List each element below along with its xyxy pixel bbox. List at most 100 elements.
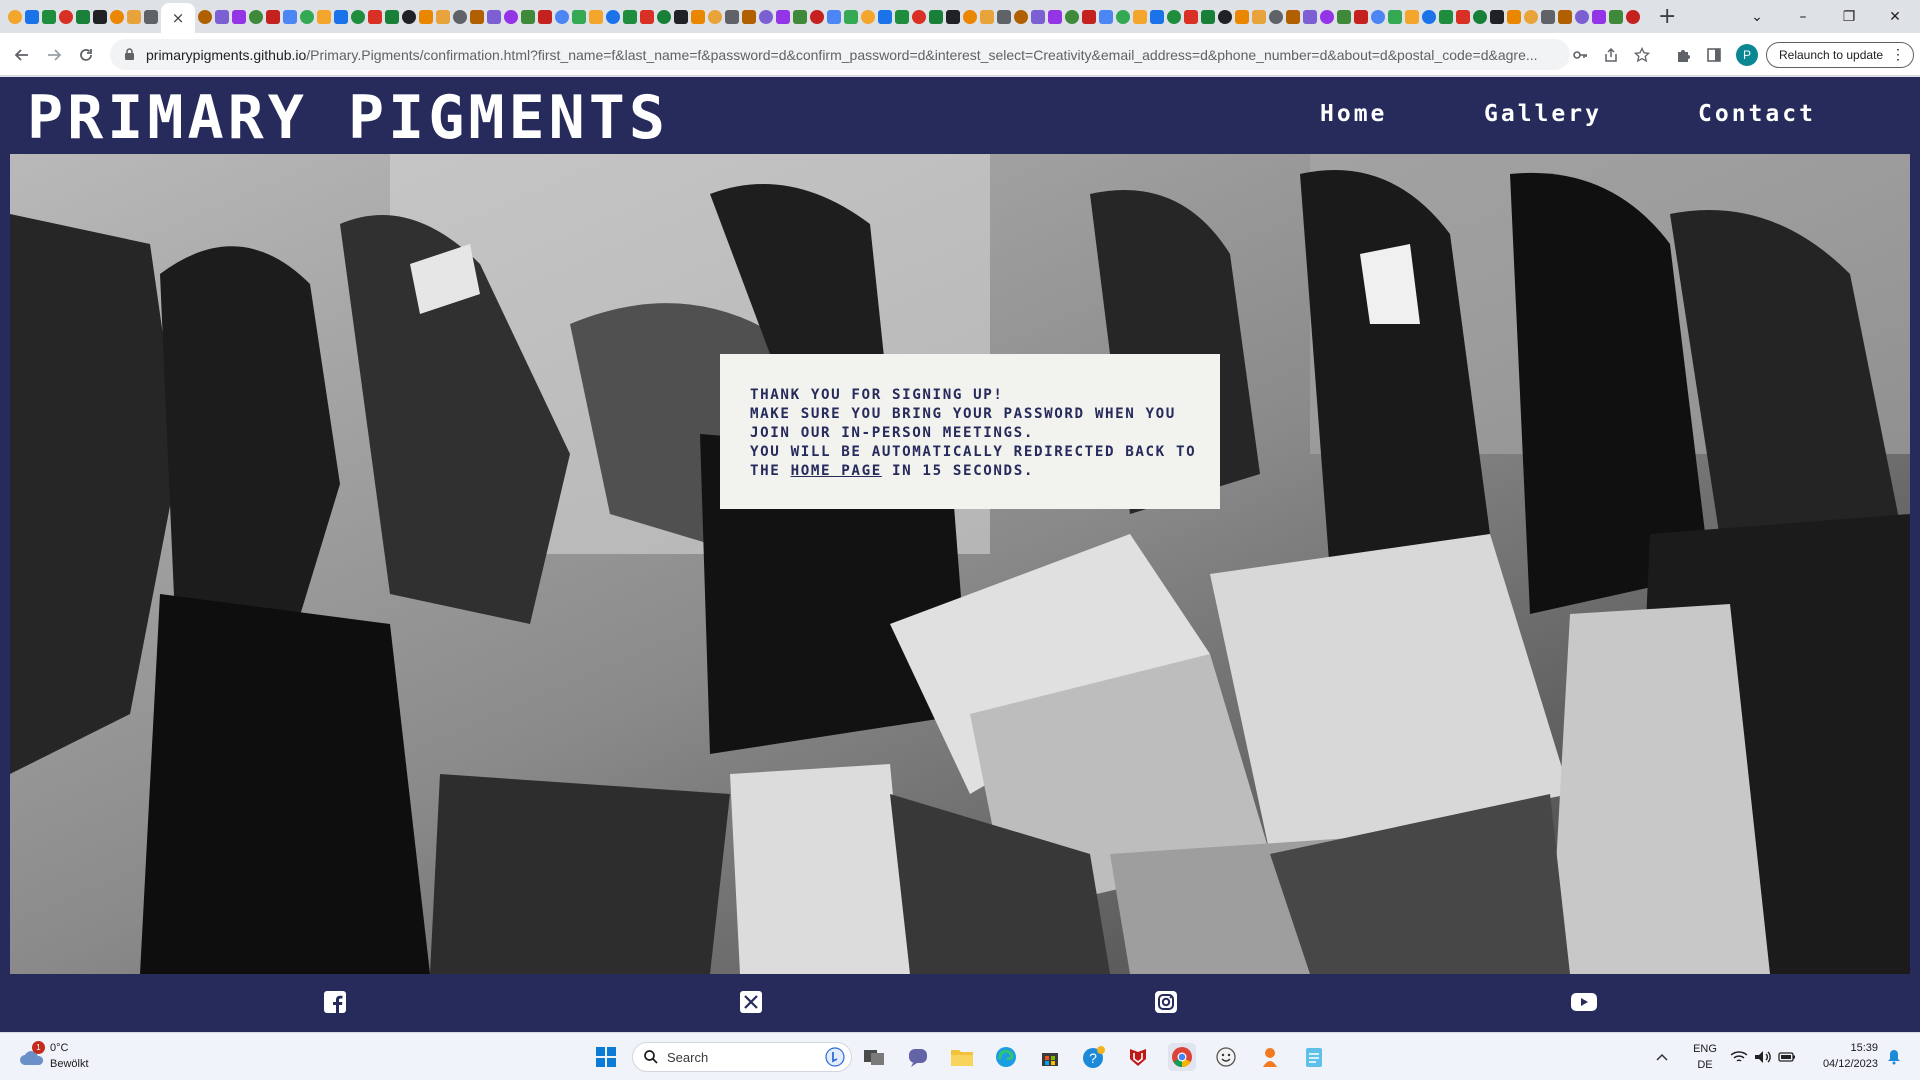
tab-favicon-icon[interactable] <box>1082 9 1096 24</box>
tab-search-icon[interactable]: ⌄ <box>1734 0 1780 33</box>
tab-favicon-icon[interactable] <box>1235 9 1249 24</box>
tab-favicon-icon[interactable] <box>1388 9 1402 24</box>
tab-favicon-icon[interactable] <box>1337 9 1351 24</box>
tab-favicon-icon[interactable] <box>42 9 56 24</box>
tab-favicon-icon[interactable] <box>93 9 107 24</box>
tab-favicon-icon[interactable] <box>1507 9 1521 24</box>
tab-favicon-icon[interactable] <box>929 9 943 24</box>
tab-favicon-icon[interactable] <box>1626 9 1640 24</box>
tab-favicon-icon[interactable] <box>385 9 399 24</box>
tab-favicon-icon[interactable] <box>1422 9 1436 24</box>
tab-favicon-icon[interactable] <box>1048 9 1062 24</box>
maximize-button[interactable]: ❐ <box>1826 0 1872 33</box>
windows-start-icon[interactable] <box>592 1043 620 1071</box>
active-tab[interactable]: × <box>161 3 195 33</box>
close-window-button[interactable]: ✕ <box>1872 0 1918 33</box>
mcafee-icon[interactable] <box>1124 1043 1152 1071</box>
tab-favicon-icon[interactable] <box>1167 9 1181 24</box>
tab-favicon-icon[interactable] <box>674 9 688 24</box>
tab-favicon-icon[interactable] <box>266 9 280 24</box>
language-top[interactable]: ENG <box>1690 1043 1720 1055</box>
instagram-icon[interactable] <box>1154 990 1178 1014</box>
tab-favicon-icon[interactable] <box>963 9 977 24</box>
tab-favicon-icon[interactable] <box>504 9 518 24</box>
tab-favicon-icon[interactable] <box>110 9 124 24</box>
address-bar[interactable]: primarypigments.github.io/Primary.Pigmen… <box>110 39 1570 70</box>
tab-favicon-icon[interactable] <box>980 9 994 24</box>
tab-favicon-icon[interactable] <box>657 9 671 24</box>
tab-favicon-icon[interactable] <box>402 9 416 24</box>
tab-favicon-icon[interactable] <box>1405 9 1419 24</box>
tab-favicon-icon[interactable] <box>453 9 467 24</box>
tab-favicon-icon[interactable] <box>334 9 348 24</box>
task-view-icon[interactable] <box>860 1043 888 1071</box>
tab-favicon-icon[interactable] <box>1592 9 1606 24</box>
tab-favicon-icon[interactable] <box>1439 9 1453 24</box>
side-panel-icon[interactable] <box>1704 45 1724 65</box>
notification-bell-icon[interactable] <box>1884 1043 1904 1071</box>
tab-favicon-icon[interactable] <box>844 9 858 24</box>
tab-favicon-icon[interactable] <box>25 9 39 24</box>
tab-favicon-icon[interactable] <box>878 9 892 24</box>
tab-favicon-icon[interactable] <box>283 9 297 24</box>
tab-favicon-icon[interactable] <box>640 9 654 24</box>
tab-favicon-icon[interactable] <box>249 9 263 24</box>
tab-favicon-icon[interactable] <box>759 9 773 24</box>
chrome-icon[interactable] <box>1168 1043 1196 1071</box>
tab-favicon-icon[interactable] <box>1201 9 1215 24</box>
tab-favicon-icon[interactable] <box>1320 9 1334 24</box>
new-tab-button[interactable]: + <box>1658 5 1676 28</box>
taskbar-search[interactable]: Search <box>632 1042 852 1072</box>
tab-favicon-icon[interactable] <box>198 9 212 24</box>
share-icon[interactable] <box>1601 45 1621 65</box>
tab-favicon-icon[interactable] <box>521 9 535 24</box>
tab-favicon-icon[interactable] <box>895 9 909 24</box>
back-button[interactable] <box>10 43 34 67</box>
forward-button[interactable] <box>42 43 66 67</box>
tab-favicon-icon[interactable] <box>827 9 841 24</box>
home-page-link[interactable]: HOME PAGE <box>791 463 882 479</box>
tab-favicon-icon[interactable] <box>1609 9 1623 24</box>
tab-favicon-icon[interactable] <box>1541 9 1555 24</box>
tab-favicon-icon[interactable] <box>1371 9 1385 24</box>
password-key-icon[interactable] <box>1570 45 1590 65</box>
tab-favicon-icon[interactable] <box>1150 9 1164 24</box>
reload-button[interactable] <box>74 43 98 67</box>
tab-favicon-icon[interactable] <box>144 9 158 24</box>
youtube-icon[interactable] <box>1570 990 1598 1014</box>
file-explorer-icon[interactable] <box>948 1043 976 1071</box>
tab-favicon-icon[interactable] <box>912 9 926 24</box>
tab-favicon-icon[interactable] <box>1286 9 1300 24</box>
tab-favicon-icon[interactable] <box>1252 9 1266 24</box>
tab-favicon-icon[interactable] <box>76 9 90 24</box>
tab-favicon-icon[interactable] <box>8 9 22 24</box>
x-twitter-icon[interactable] <box>739 990 763 1014</box>
tab-favicon-icon[interactable] <box>589 9 603 24</box>
tab-favicon-icon[interactable] <box>555 9 569 24</box>
nav-gallery-link[interactable]: Gallery <box>1484 101 1602 127</box>
tab-favicon-icon[interactable] <box>470 9 484 24</box>
tab-favicon-icon[interactable] <box>1133 9 1147 24</box>
tab-favicon-icon[interactable] <box>300 9 314 24</box>
tab-favicon-icon[interactable] <box>232 9 246 24</box>
tab-favicon-icon[interactable] <box>606 9 620 24</box>
help-app-icon[interactable]: ? <box>1080 1043 1108 1071</box>
tab-favicon-icon[interactable] <box>1575 9 1589 24</box>
tab-favicon-icon[interactable] <box>946 9 960 24</box>
tab-favicon-icon[interactable] <box>59 9 73 24</box>
bookmark-star-icon[interactable] <box>1632 45 1652 65</box>
tab-favicon-icon[interactable] <box>1558 9 1572 24</box>
wifi-icon[interactable] <box>1728 1043 1750 1071</box>
tab-favicon-icon[interactable] <box>1456 9 1470 24</box>
show-hidden-icons-chevron[interactable] <box>1652 1043 1672 1071</box>
tab-favicon-icon[interactable] <box>1184 9 1198 24</box>
teams-chat-icon[interactable] <box>904 1043 932 1071</box>
facebook-icon[interactable] <box>323 990 347 1014</box>
tab-favicon-icon[interactable] <box>1116 9 1130 24</box>
tab-favicon-icon[interactable] <box>1014 9 1028 24</box>
tab-favicon-icon[interactable] <box>215 9 229 24</box>
smiley-app-icon[interactable] <box>1212 1043 1240 1071</box>
tab-favicon-icon[interactable] <box>861 9 875 24</box>
tab-favicon-icon[interactable] <box>1303 9 1317 24</box>
tab-close-button[interactable]: × <box>172 9 185 27</box>
